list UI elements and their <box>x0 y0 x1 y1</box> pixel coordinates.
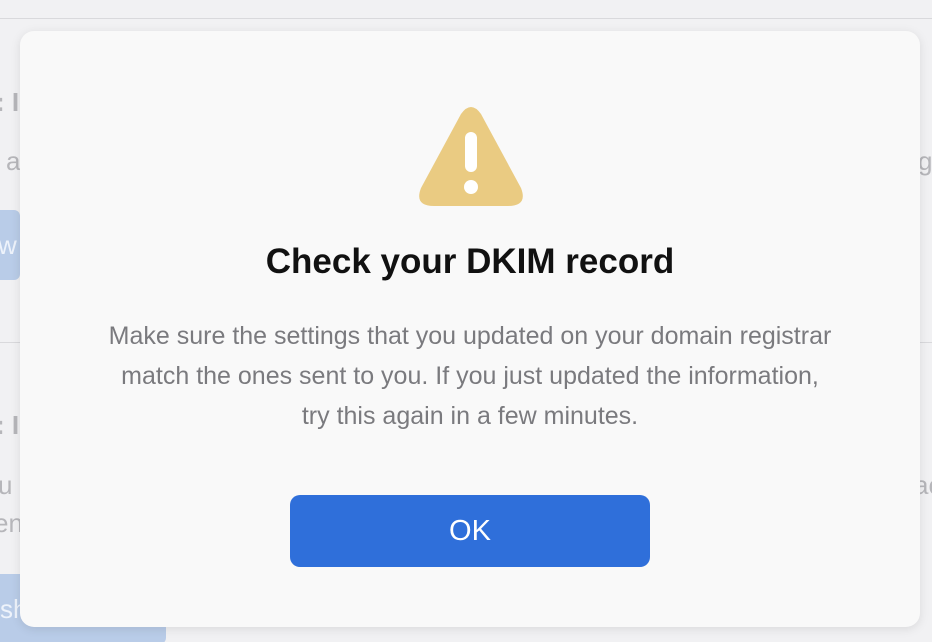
alert-dialog: Check your DKIM record Make sure the set… <box>20 31 920 627</box>
background-divider <box>0 18 932 19</box>
warning-triangle-icon <box>419 107 523 206</box>
background-text-fragment: g <box>918 146 932 176</box>
background-text-fragment: u <box>0 470 13 500</box>
dialog-title: Check your DKIM record <box>265 242 675 281</box>
ok-button[interactable]: OK <box>290 495 650 567</box>
background-text-fragment: a <box>6 146 21 176</box>
background-heading-fragment: : I <box>0 410 20 440</box>
background-button: w <box>0 210 20 280</box>
background-heading-fragment: : I <box>0 87 20 117</box>
dialog-message: Make sure the settings that you updated … <box>108 322 832 430</box>
